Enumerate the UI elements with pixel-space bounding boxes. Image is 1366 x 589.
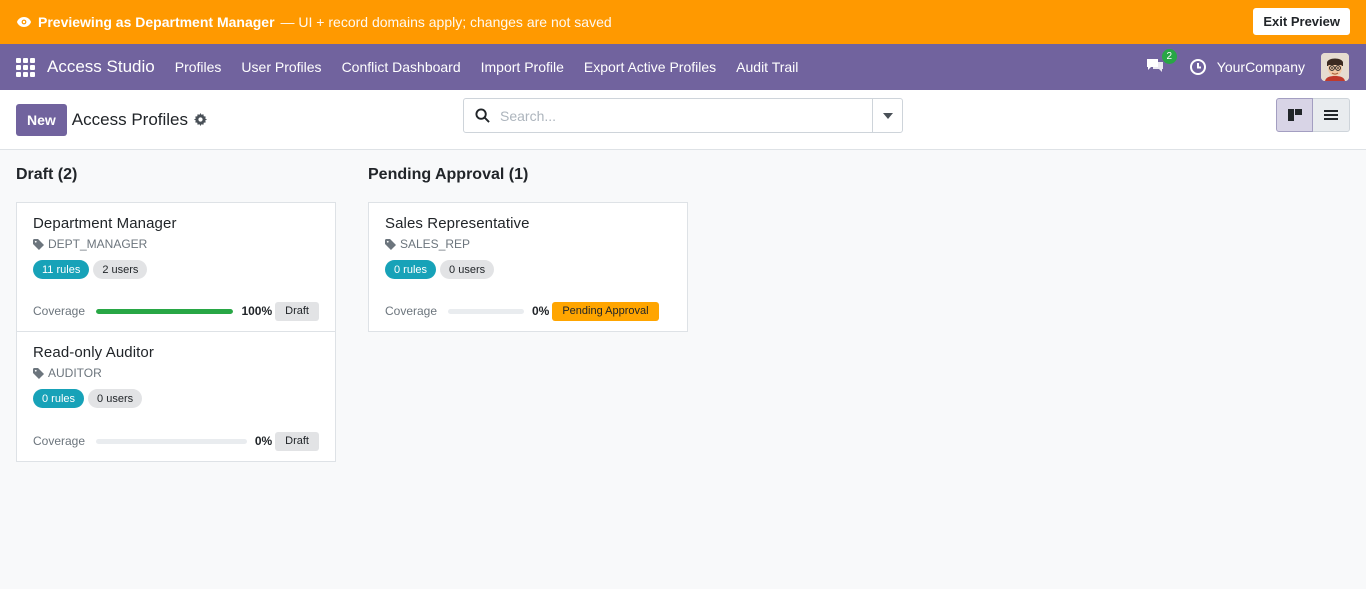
chat-icon [1145,59,1165,77]
search-icon [464,108,500,123]
company-switcher[interactable]: YourCompany [1217,59,1305,75]
activity-clock-icon[interactable] [1189,58,1207,76]
coverage-progress-bar [96,438,247,444]
menu-user-profiles[interactable]: User Profiles [231,44,331,90]
column-header[interactable]: Pending Approval (1) [368,166,688,186]
tag-icon [33,238,44,250]
coverage-percent: 0% [254,434,273,448]
search-options-toggle[interactable] [872,99,902,132]
coverage-progress-fill [96,308,234,314]
preview-banner: Previewing as Department Manager — UI + … [0,0,1366,44]
users-count-badge: 0 users [88,389,143,408]
menu-audit-trail[interactable]: Audit Trail [726,44,808,90]
status-badge: Draft [275,431,319,451]
rules-count-badge: 0 rules [385,260,437,279]
user-avatar[interactable] [1321,53,1349,81]
eye-icon [16,14,32,30]
menu-import-profile[interactable]: Import Profile [471,44,574,90]
card-title: Department Manager [33,215,177,232]
control-panel: New Access Profiles [0,90,1366,150]
messages-button[interactable]: 2 [1145,49,1177,78]
coverage-percent: 100% [241,304,273,318]
kanban-card[interactable]: Read-only Auditor AUDITOR 0 rules 0 user… [16,332,336,462]
view-switcher [1276,98,1350,132]
preview-note: — UI + record domains apply; changes are… [280,14,612,30]
coverage-label: Coverage [385,304,438,318]
menu-profiles[interactable]: Profiles [165,44,232,90]
kanban-icon [1287,109,1302,121]
rules-count-badge: 0 rules [33,389,85,408]
status-badge: Draft [275,301,319,321]
new-button[interactable]: New [16,103,67,136]
users-count-badge: 0 users [440,260,495,279]
page-title: Access Profiles [71,109,188,129]
caret-down-icon [882,112,893,119]
profile-code: DEPT_MANAGER [48,237,148,251]
kanban-board: Draft (2) Department Manager DEPT_MANAGE… [0,150,1366,462]
coverage-label: Coverage [33,434,86,448]
tag-icon [385,238,396,250]
app-brand[interactable]: Access Studio [47,57,155,77]
tag-icon [33,367,44,379]
coverage-label: Coverage [33,304,86,318]
search-input[interactable] [500,100,872,131]
messages-count-badge: 2 [1161,49,1177,64]
preview-title: Previewing as Department Manager [38,14,275,30]
kanban-view-button[interactable] [1276,98,1313,132]
kanban-card[interactable]: Department Manager DEPT_MANAGER 11 rules… [16,202,336,332]
menu-export-active-profiles[interactable]: Export Active Profiles [574,44,726,90]
status-badge: Pending Approval [552,301,659,321]
users-count-badge: 2 users [93,260,148,279]
kanban-card[interactable]: Sales Representative SALES_REP 0 rules 0… [368,202,688,332]
card-title: Read-only Auditor [33,344,154,361]
list-view-button[interactable] [1313,98,1350,132]
column-header[interactable]: Draft (2) [16,166,336,186]
exit-preview-button[interactable]: Exit Preview [1253,8,1350,35]
kanban-column-draft: Draft (2) Department Manager DEPT_MANAGE… [16,166,336,462]
card-title: Sales Representative [385,215,530,232]
menu-conflict-dashboard[interactable]: Conflict Dashboard [332,44,471,90]
coverage-progress-bar [96,308,234,314]
main-navbar: Access Studio Profiles User Profiles Con… [0,44,1366,90]
gear-icon[interactable] [194,112,208,127]
coverage-percent: 0% [532,304,550,318]
apps-menu-icon[interactable] [16,57,36,77]
profile-code: SALES_REP [400,237,471,251]
profile-code: AUDITOR [48,366,102,380]
kanban-column-pending-approval: Pending Approval (1) Sales Representativ… [368,166,688,462]
rules-count-badge: 11 rules [33,260,90,279]
coverage-progress-bar [448,308,524,314]
search-bar [463,98,903,133]
list-icon [1324,109,1338,120]
